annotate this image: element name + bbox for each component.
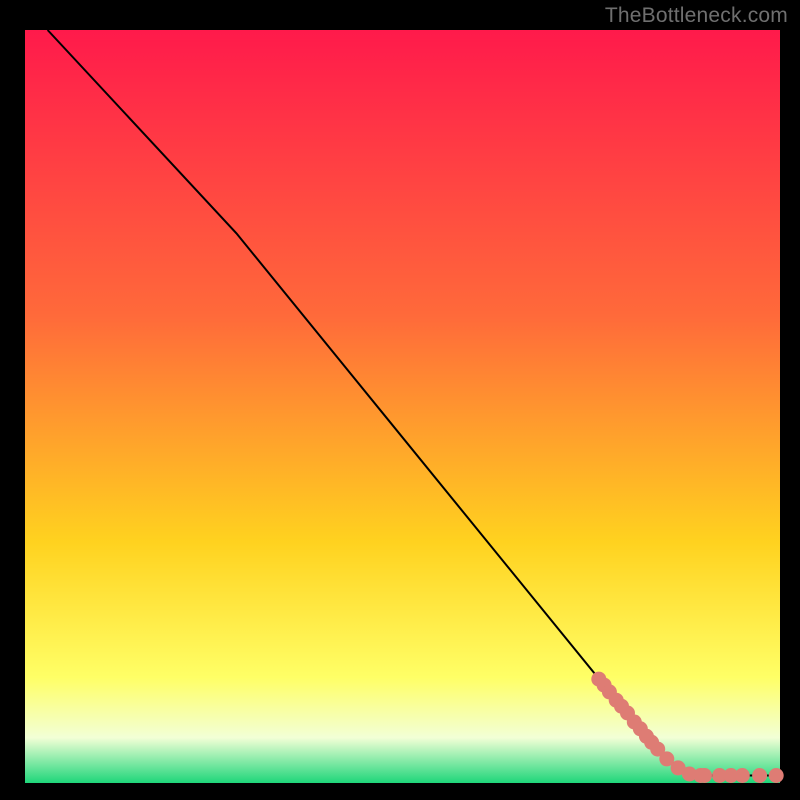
data-point [697,768,712,783]
data-point [752,768,767,783]
chart-canvas [0,0,800,800]
gradient-background [25,30,780,783]
data-point [769,768,784,783]
data-point [735,768,750,783]
chart-frame: TheBottleneck.com [0,0,800,800]
